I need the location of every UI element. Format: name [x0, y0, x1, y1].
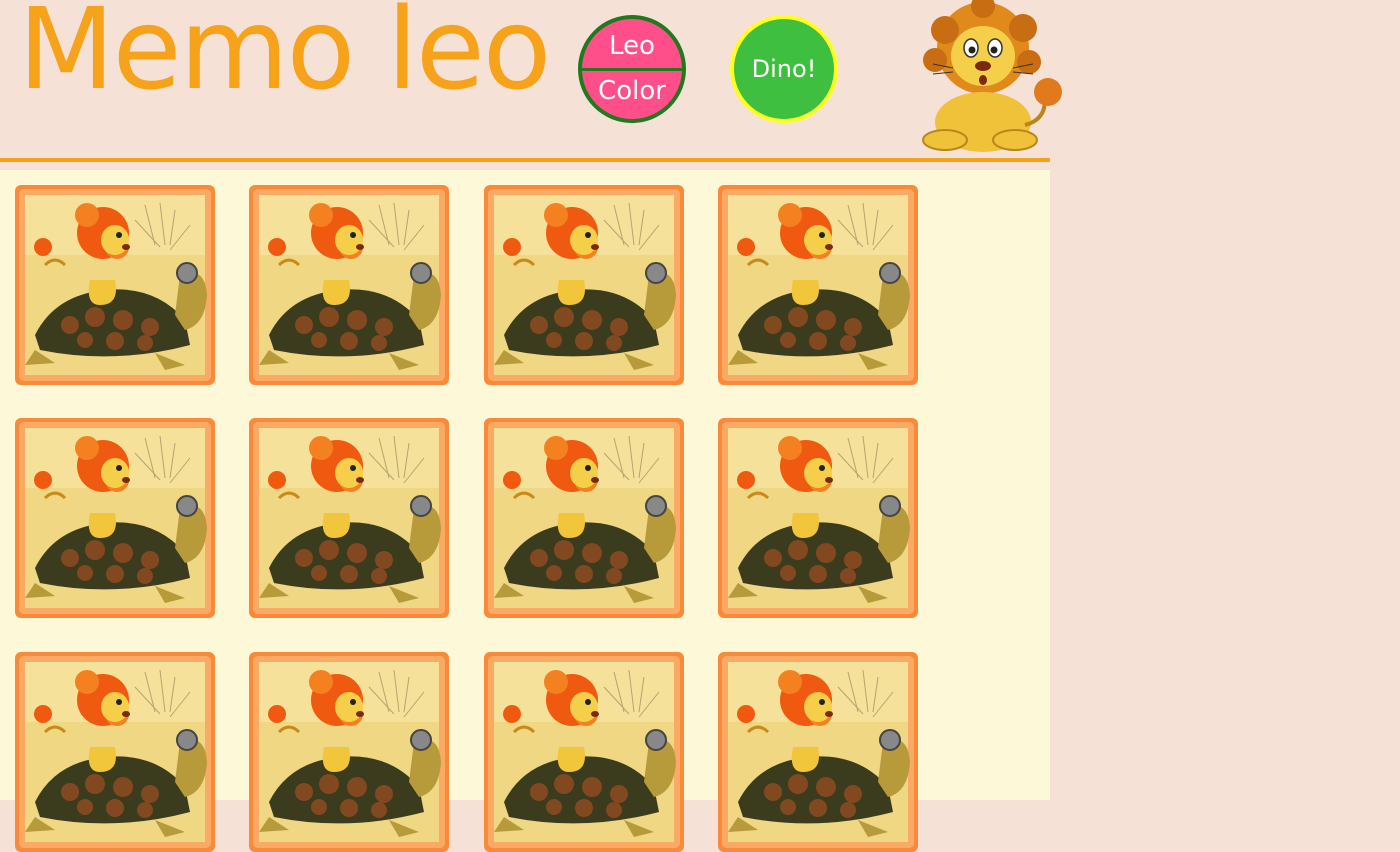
lion-riding-turtle-image	[249, 418, 449, 618]
memory-card[interactable]	[718, 652, 918, 852]
lion-riding-turtle-image	[15, 652, 215, 852]
lion-riding-turtle-image	[718, 185, 918, 385]
memory-card[interactable]	[249, 185, 449, 385]
game-app: Memo leo Leo Color Dino!	[0, 0, 1062, 852]
lion-riding-turtle-image	[484, 652, 684, 852]
lion-riding-turtle-image	[718, 418, 918, 618]
memory-card[interactable]	[15, 418, 215, 618]
leo-color-button-bottom-label: Color	[598, 76, 666, 106]
lion-riding-turtle-image	[249, 652, 449, 852]
leo-color-button-top-label: Leo	[609, 31, 655, 61]
game-board	[0, 170, 1050, 852]
dino-button[interactable]: Dino!	[730, 15, 838, 123]
lion-mascot-image	[905, 0, 1070, 155]
header: Memo leo Leo Color Dino!	[0, 0, 1062, 162]
lion-riding-turtle-image	[249, 185, 449, 385]
memory-card[interactable]	[249, 418, 449, 618]
memory-card[interactable]	[249, 652, 449, 852]
memory-card[interactable]	[484, 185, 684, 385]
logo: Memo leo	[18, 0, 551, 115]
memory-card[interactable]	[484, 652, 684, 852]
memory-card[interactable]	[15, 652, 215, 852]
memory-card[interactable]	[718, 185, 918, 385]
memory-card[interactable]	[718, 418, 918, 618]
leo-color-button[interactable]: Leo Color	[578, 15, 686, 123]
lion-riding-turtle-image	[15, 185, 215, 385]
memory-card[interactable]	[484, 418, 684, 618]
lion-riding-turtle-image	[484, 185, 684, 385]
lion-riding-turtle-image	[15, 418, 215, 618]
lion-riding-turtle-image	[484, 418, 684, 618]
lion-riding-turtle-image	[718, 652, 918, 852]
memory-card[interactable]	[15, 185, 215, 385]
